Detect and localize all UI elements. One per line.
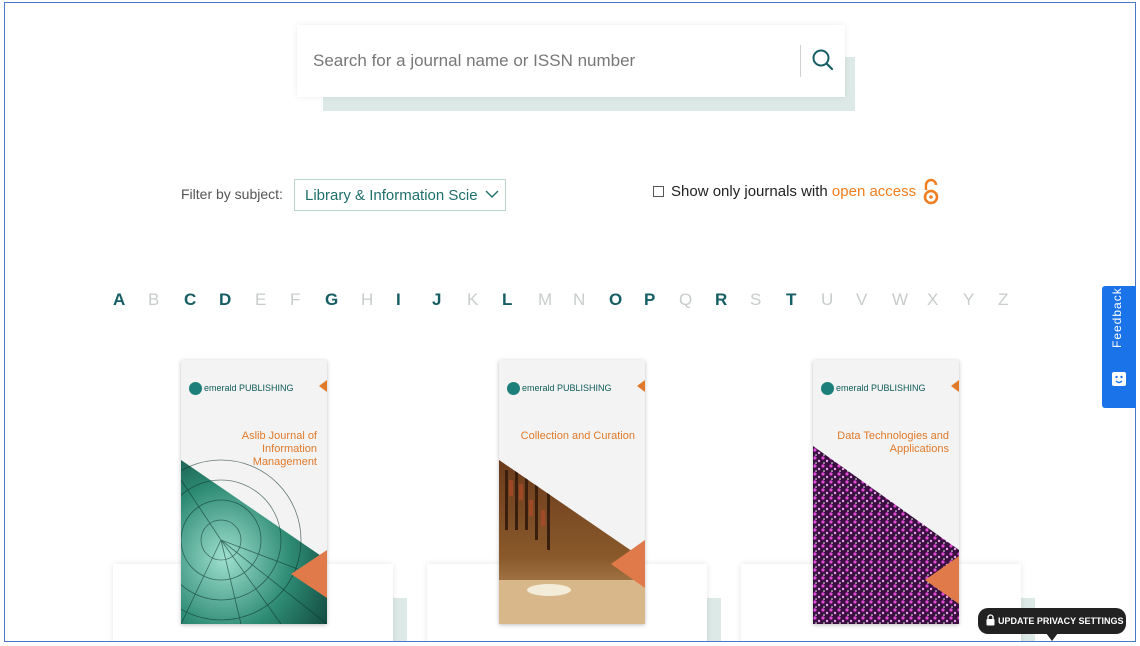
alphabet-letter-r[interactable]: R	[715, 290, 727, 310]
journal-cover[interactable]: emerald PUBLISHING Collection and Curati…	[499, 360, 645, 624]
journal-cover[interactable]: emerald PUBLISHING Data Technologies and…	[813, 360, 959, 624]
search-input[interactable]	[313, 47, 783, 75]
alphabet-letter-w: W	[892, 290, 909, 309]
journal-title: Collection and Curation	[520, 430, 635, 442]
search-button[interactable]	[807, 45, 839, 77]
publisher-logo: emerald PUBLISHING	[189, 382, 294, 395]
alphabet-letter-h: H	[361, 290, 374, 309]
alphabet-letter-m: M	[538, 290, 553, 309]
feedback-icon	[1112, 372, 1126, 386]
search-icon	[812, 49, 834, 71]
alphabet-letter-e: E	[255, 290, 267, 309]
alphabet-letter-v: V	[856, 290, 868, 309]
alphabet-letter-p[interactable]: P	[644, 290, 655, 310]
lock-icon	[986, 614, 995, 626]
alphabet-letter-x: X	[927, 290, 939, 309]
chevron-down-icon	[485, 190, 499, 198]
cover-art-image	[813, 380, 959, 624]
update-privacy-settings-button[interactable]: UPDATE PRIVACY SETTINGS	[978, 608, 1126, 641]
publisher-logo: emerald PUBLISHING	[507, 382, 612, 395]
alphabet-letter-n: N	[573, 290, 586, 309]
cover-art-image	[181, 380, 327, 624]
feedback-tab[interactable]: Feedback	[1102, 286, 1136, 408]
privacy-label: UPDATE PRIVACY SETTINGS	[998, 616, 1124, 626]
privacy-pointer	[1046, 633, 1058, 641]
alphabet-letter-f: F	[290, 290, 301, 309]
search-divider	[800, 45, 801, 77]
alphabet-letter-q: Q	[679, 290, 693, 309]
search-box	[297, 25, 845, 97]
publisher-logo: emerald PUBLISHING	[821, 382, 926, 395]
feedback-label: Feedback	[1110, 287, 1124, 348]
alphabet-letter-t[interactable]: T	[786, 290, 796, 310]
subject-filter-select[interactable]: Library & Information Scie	[294, 179, 506, 211]
filter-label: Filter by subject:	[181, 186, 283, 202]
page-frame: Filter by subject: Library & Information…	[4, 2, 1136, 642]
alphabet-letter-b: B	[148, 290, 160, 309]
alphabet-letter-o[interactable]: O	[609, 290, 622, 310]
alphabet-letter-u: U	[821, 290, 834, 309]
journal-title: Data Technologies and Applications	[837, 430, 949, 455]
journal-cover[interactable]: emerald PUBLISHING Aslib Journal of Info…	[181, 360, 327, 624]
alphabet-letter-g[interactable]: G	[325, 290, 338, 310]
cover-art-image	[499, 380, 645, 624]
alphabet-letter-z: Z	[998, 290, 1009, 309]
journal-title: Aslib Journal of Information Management	[241, 430, 317, 468]
open-access-prefix: Show only journals with	[671, 183, 832, 200]
alphabet-letter-a[interactable]: A	[113, 290, 125, 310]
alphabet-letter-k: K	[467, 290, 479, 309]
alphabet-letter-y: Y	[963, 290, 975, 309]
alphabet-letter-d[interactable]: D	[219, 290, 231, 310]
alphabet-letter-s: S	[750, 290, 762, 309]
open-access-icon	[923, 178, 939, 205]
alphabet-letter-i[interactable]: I	[396, 290, 401, 310]
alphabet-letter-c[interactable]: C	[184, 290, 196, 310]
open-access-checkbox[interactable]	[653, 186, 664, 197]
open-access-link[interactable]: open access	[832, 183, 916, 200]
alphabet-letter-j[interactable]: J	[432, 290, 441, 310]
open-access-label: Show only journals with open access	[671, 183, 916, 200]
alphabet-letter-l[interactable]: L	[502, 290, 512, 310]
subject-filter-value: Library & Information Scie	[305, 187, 477, 204]
